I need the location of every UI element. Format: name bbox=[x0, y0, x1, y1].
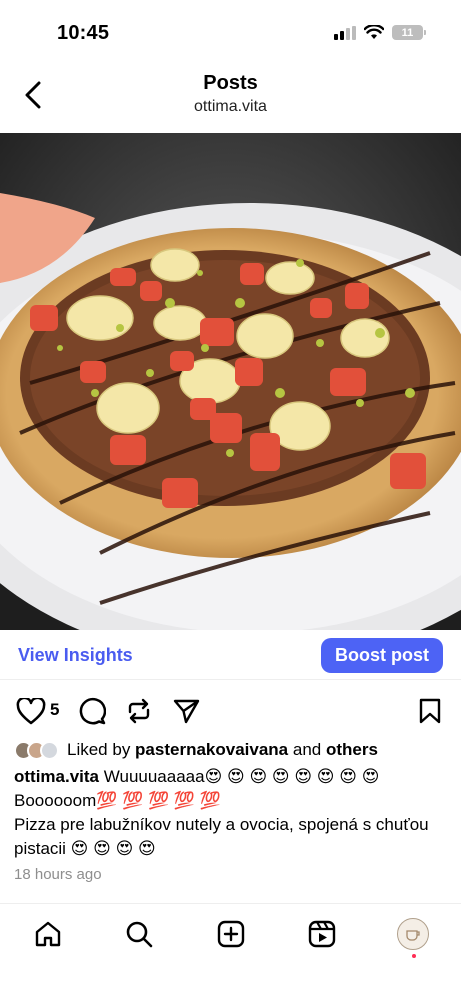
status-icons: 11 bbox=[334, 25, 426, 40]
notification-dot bbox=[412, 954, 416, 958]
tab-search[interactable] bbox=[119, 914, 159, 954]
liked-by-others[interactable]: others bbox=[326, 740, 378, 760]
signal-icon bbox=[334, 25, 356, 40]
status-time: 10:45 bbox=[57, 22, 110, 44]
page-title: Posts bbox=[203, 72, 258, 94]
share-button[interactable] bbox=[170, 696, 202, 726]
post-caption: ottima.vita Wuuuuaaaaa😍 😍 😍 😍 😍 😍 😍 😍 Bo… bbox=[14, 765, 450, 861]
post-image[interactable] bbox=[0, 133, 461, 630]
profile-avatar bbox=[397, 918, 429, 958]
view-insights-link[interactable]: View Insights bbox=[18, 645, 133, 666]
comment-button[interactable] bbox=[76, 696, 108, 726]
wifi-icon bbox=[364, 25, 384, 39]
post-timestamp: 18 hours ago bbox=[14, 866, 102, 883]
post-actions: 5 bbox=[0, 692, 461, 728]
header-username[interactable]: ottima.vita bbox=[0, 98, 461, 116]
save-button[interactable] bbox=[414, 696, 446, 726]
avatar bbox=[40, 740, 59, 760]
battery-icon: 11 bbox=[392, 25, 426, 40]
like-button[interactable] bbox=[14, 696, 48, 726]
insights-bar: View Insights Boost post bbox=[0, 630, 461, 680]
search-icon bbox=[126, 921, 153, 948]
liked-by-mid: and bbox=[288, 740, 326, 759]
boost-post-button[interactable]: Boost post bbox=[321, 638, 443, 673]
caption-line-2: Boooooom💯 💯 💯 💯 💯 bbox=[14, 791, 221, 810]
share-icon bbox=[173, 699, 199, 723]
top-header: Posts ottima.vita bbox=[0, 62, 461, 132]
repost-button[interactable] bbox=[123, 696, 155, 726]
comment-icon bbox=[79, 697, 106, 725]
tab-profile[interactable] bbox=[393, 914, 433, 958]
tab-reels[interactable] bbox=[302, 914, 342, 954]
bookmark-icon bbox=[419, 698, 441, 724]
heart-icon bbox=[16, 697, 46, 724]
tab-create[interactable] bbox=[211, 914, 251, 954]
create-icon bbox=[217, 920, 245, 948]
like-count[interactable]: 5 bbox=[50, 700, 59, 720]
tab-home[interactable] bbox=[28, 914, 68, 954]
bottom-tab-bar bbox=[0, 903, 461, 1000]
liked-by-row[interactable]: Liked by pasternakovaivana and others bbox=[14, 740, 378, 760]
caption-username[interactable]: ottima.vita bbox=[14, 767, 99, 786]
liker-avatars bbox=[14, 740, 59, 760]
liked-by-prefix: Liked by bbox=[67, 740, 136, 759]
battery-level: 11 bbox=[401, 26, 414, 39]
reels-icon bbox=[308, 920, 336, 948]
pizza-photo bbox=[0, 133, 461, 630]
home-icon bbox=[35, 921, 61, 947]
repost-icon bbox=[128, 698, 150, 724]
caption-line-3: Pizza pre labužníkov nutely a ovocia, sp… bbox=[14, 815, 429, 858]
cup-icon bbox=[406, 930, 420, 941]
status-bar: 10:45 11 bbox=[0, 0, 461, 62]
liked-by-user[interactable]: pasternakovaivana bbox=[135, 740, 288, 760]
caption-line: ottima.vita Wuuuuaaaaa😍 😍 😍 😍 😍 😍 😍 😍 bbox=[14, 765, 450, 789]
caption-text: Wuuuuaaaaa😍 😍 😍 😍 😍 😍 😍 😍 bbox=[99, 767, 380, 786]
